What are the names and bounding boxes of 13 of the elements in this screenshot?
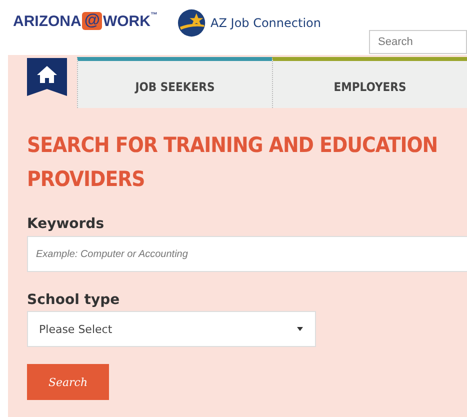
keywords-input[interactable]: Example: Computer or Accounting <box>27 236 467 272</box>
search-button[interactable]: Search <box>27 364 109 400</box>
arizona-at-work-logo[interactable]: ARIZONA @ WORK$^{™}$ <box>13 12 158 30</box>
page-heading: SEARCH FOR TRAINING AND EDUCATION PROVIDERS <box>27 132 439 193</box>
caret-icon <box>297 327 303 331</box>
search-field[interactable]: Search <box>369 30 467 54</box>
nav-tab[interactable]: JOB SEEKERS <box>77 57 272 108</box>
nav-tab[interactable]: EMPLOYERS <box>272 57 467 108</box>
field-label: School type <box>27 292 121 308</box>
field-label: Keywords <box>27 216 106 232</box>
home-icon[interactable] <box>27 58 67 96</box>
school-type-select[interactable]: Please Select <box>27 311 316 347</box>
partner-name[interactable]: AZ Job Connection <box>210 16 321 30</box>
